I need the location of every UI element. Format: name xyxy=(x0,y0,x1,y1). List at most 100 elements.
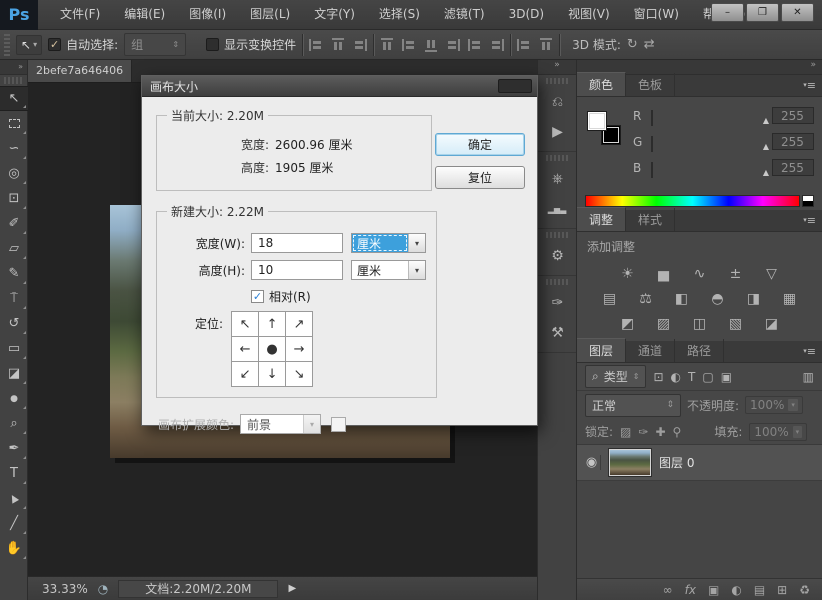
canvas-extension-dropdown[interactable]: 前景 ▾ xyxy=(240,414,321,434)
filter-smart-objects-icon[interactable]: ▣ xyxy=(721,370,732,384)
lock-move-icon[interactable]: ✚ xyxy=(655,425,665,439)
color-lookup-icon[interactable]: ▦ xyxy=(778,289,802,309)
link-layers-icon[interactable]: ∞ xyxy=(663,583,673,597)
dock-collapse-icon[interactable]: » xyxy=(538,60,576,75)
channel-b-value[interactable]: 255 xyxy=(772,159,814,176)
brush-presets-panel-icon[interactable]: ✑ xyxy=(538,288,576,318)
3d-rotate-icon[interactable]: ↻ xyxy=(627,37,638,52)
filter-type-layers-icon[interactable]: T xyxy=(688,370,695,384)
histogram-panel-icon[interactable]: ▂▅▃ xyxy=(538,194,576,224)
slider-thumb-icon[interactable]: ▲ xyxy=(763,116,769,125)
color-balance-icon[interactable]: ⚖ xyxy=(634,289,658,309)
lock-all-icon[interactable]: ⚲ xyxy=(673,425,682,439)
selective-color-icon[interactable]: ◪ xyxy=(760,314,784,334)
channel-r-value[interactable]: 255 xyxy=(772,107,814,124)
filter-pixel-layers-icon[interactable]: ⊡ xyxy=(653,370,663,384)
layer-thumbnail[interactable] xyxy=(609,449,651,476)
anchor-right[interactable]: → xyxy=(286,337,312,361)
align-bottom-edges-icon[interactable] xyxy=(425,38,437,52)
channel-b-slider[interactable]: ▲ xyxy=(651,163,766,173)
width-input[interactable]: 18 xyxy=(251,233,343,253)
dialog-title-bar[interactable]: 画布大小 xyxy=(142,76,537,97)
path-select-tool[interactable]: ▲ xyxy=(0,486,28,511)
vibrance-icon[interactable]: ▽ xyxy=(760,264,784,284)
layer-row[interactable]: ◉ 图层 0 xyxy=(577,445,822,481)
pen-tool[interactable]: ✒ xyxy=(0,436,28,461)
distribute-widths-icon[interactable] xyxy=(517,39,531,51)
foreground-color-swatch[interactable] xyxy=(587,111,607,131)
minimize-button[interactable]: – xyxy=(711,3,744,22)
layer-mask-icon[interactable]: ▣ xyxy=(708,583,719,597)
eraser-tool[interactable]: ▭ xyxy=(0,336,28,361)
new-layer-icon[interactable]: ⊞ xyxy=(777,583,787,597)
relative-checkbox[interactable]: ✓ xyxy=(251,290,264,303)
align-top-edges-icon[interactable] xyxy=(381,38,393,52)
tab-adjustments[interactable]: 调整 xyxy=(577,207,626,231)
maximize-button[interactable]: ❐ xyxy=(746,3,779,22)
filter-adjustment-layers-icon[interactable]: ◐ xyxy=(671,370,681,384)
invert-icon[interactable]: ◩ xyxy=(616,314,640,334)
width-unit-dropdown[interactable]: 厘米 ▾ xyxy=(351,233,426,253)
gradient-map-icon[interactable]: ▧ xyxy=(724,314,748,334)
auto-select-option[interactable]: ✓ 自动选择: xyxy=(48,36,118,53)
exposure-icon[interactable]: ± xyxy=(724,264,748,284)
tab-channels[interactable]: 通道 xyxy=(626,339,675,362)
3d-pan-icon[interactable]: ⇄ xyxy=(644,37,655,52)
menu-item-file[interactable]: 文件(F) xyxy=(48,0,112,29)
delete-layer-icon[interactable]: ♻ xyxy=(799,583,810,597)
distribute-center-icon[interactable] xyxy=(468,39,482,51)
menu-item-type[interactable]: 文字(Y) xyxy=(302,0,367,29)
panel-menu-icon[interactable]: ▾≡ xyxy=(803,345,816,358)
menu-item-select[interactable]: 选择(S) xyxy=(367,0,432,29)
hue-saturation-icon[interactable]: ▤ xyxy=(598,289,622,309)
ok-button[interactable]: 确定 xyxy=(435,133,525,156)
eyedropper-tool[interactable]: ✐ xyxy=(0,211,28,236)
blend-mode-dropdown[interactable]: 正常 ⇕ xyxy=(585,394,681,417)
anchor-bottom-right[interactable]: ↘ xyxy=(286,362,312,386)
actions-panel-icon[interactable]: ▶ xyxy=(538,117,576,147)
quick-select-tool[interactable]: ◎ xyxy=(0,161,28,186)
photo-filter-icon[interactable]: ◓ xyxy=(706,289,730,309)
panel-menu-icon[interactable]: ▾≡ xyxy=(803,79,816,92)
menu-item-layer[interactable]: 图层(L) xyxy=(238,0,302,29)
menu-item-image[interactable]: 图像(I) xyxy=(177,0,238,29)
toolbox-collapse-icon[interactable]: » xyxy=(0,60,27,75)
new-group-icon[interactable]: ▤ xyxy=(754,583,765,597)
blur-tool[interactable]: ● xyxy=(0,386,28,411)
hand-tool[interactable]: ✋ xyxy=(0,536,28,561)
height-unit-dropdown[interactable]: 厘米 ▾ xyxy=(351,260,426,280)
menu-item-window[interactable]: 窗口(W) xyxy=(622,0,691,29)
chevron-down-icon[interactable]: ▾ xyxy=(408,234,425,252)
type-tool[interactable]: T xyxy=(0,461,28,486)
levels-icon[interactable]: ▅ xyxy=(652,264,676,284)
layer-style-icon[interactable]: fx xyxy=(685,583,696,597)
anchor-bottom-left[interactable]: ↙ xyxy=(232,362,258,386)
black-white-icon[interactable]: ◧ xyxy=(670,289,694,309)
canvas-extension-color-swatch[interactable] xyxy=(331,417,346,432)
distribute-right-icon[interactable] xyxy=(490,39,504,51)
tab-swatches[interactable]: 色板 xyxy=(626,73,675,96)
zoom-level[interactable]: 33.33% xyxy=(42,582,88,596)
navigator-panel-icon[interactable]: ⎈ xyxy=(538,164,576,194)
adjustment-layer-icon[interactable]: ◐ xyxy=(731,583,741,597)
anchor-bottom[interactable]: ↓ xyxy=(259,362,285,386)
chevron-down-icon[interactable]: ▾ xyxy=(408,261,425,279)
align-left-edges-icon[interactable] xyxy=(309,39,323,51)
align-vertical-centers-icon[interactable] xyxy=(332,38,344,52)
auto-select-target-dropdown[interactable]: 组 ⇕ xyxy=(124,33,186,56)
spectrum-ramp[interactable] xyxy=(585,195,800,207)
channel-g-slider[interactable]: ▲ xyxy=(651,137,766,147)
tab-paths[interactable]: 路径 xyxy=(675,339,724,362)
filter-shape-layers-icon[interactable]: ▢ xyxy=(702,370,713,384)
opacity-field[interactable]: 100% ▾ xyxy=(745,396,803,414)
brush-tool[interactable]: ✎ xyxy=(0,261,28,286)
tab-layers[interactable]: 图层 xyxy=(577,338,626,362)
reset-button[interactable]: 复位 xyxy=(435,166,525,189)
show-transform-checkbox[interactable]: ✓ xyxy=(206,38,219,51)
clone-stamp-tool[interactable]: ⍑ xyxy=(0,286,28,311)
brightness-contrast-icon[interactable]: ☀ xyxy=(616,264,640,284)
healing-brush-tool[interactable]: ▱ xyxy=(0,236,28,261)
align-right-edges-icon[interactable] xyxy=(353,39,367,51)
lock-paint-icon[interactable]: ✑ xyxy=(638,425,648,439)
lock-transparent-icon[interactable]: ▨ xyxy=(620,425,631,439)
